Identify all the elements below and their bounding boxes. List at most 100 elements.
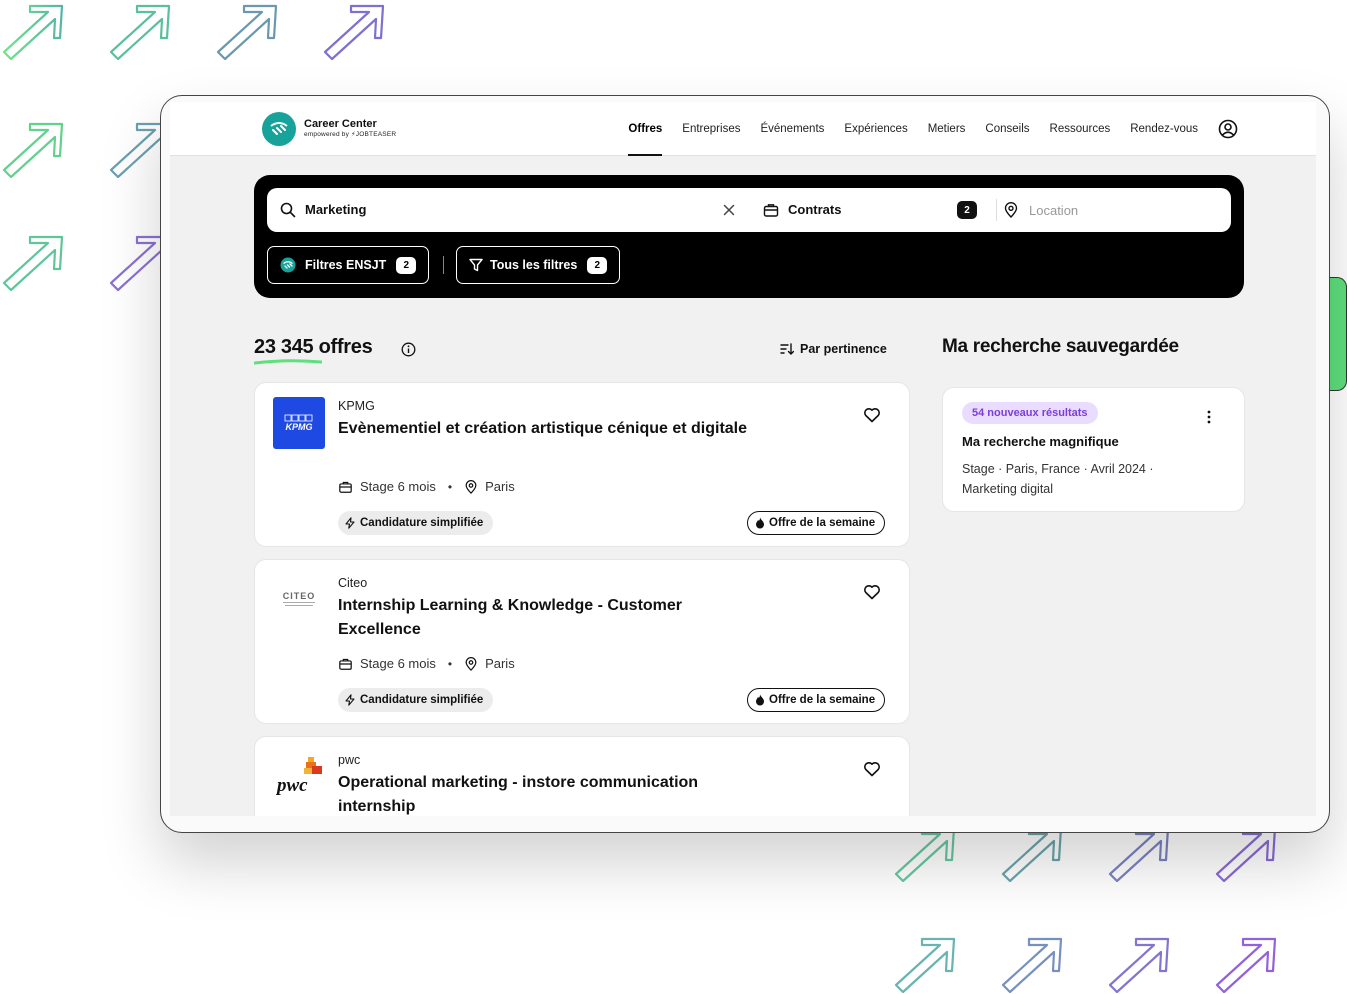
briefcase-icon — [763, 204, 779, 217]
device-side-button — [1329, 277, 1347, 391]
heart-icon[interactable] — [863, 760, 881, 778]
marketing-page: Career Center empowered by ⚡JOBTEASER Of… — [0, 0, 1347, 994]
svg-text:KPMG: KPMG — [286, 422, 313, 432]
filter-funnel-icon — [469, 258, 483, 272]
school-filters-label: Filtres ENSJT — [305, 258, 387, 272]
job-card[interactable]: CITEO Citeo Internship Learning & Knowle… — [254, 559, 910, 724]
location-pin-icon — [465, 479, 477, 494]
company-name: Citeo — [338, 576, 368, 590]
sort-label: Par pertinence — [800, 342, 887, 356]
school-filters-button[interactable]: Filtres ENSJT 2 — [267, 246, 430, 284]
nav-conseils[interactable]: Conseils — [985, 102, 1029, 156]
brand[interactable]: Career Center empowered by ⚡JOBTEASER — [262, 112, 396, 146]
nav-rendez-vous[interactable]: Rendez-vous — [1130, 102, 1198, 156]
company-logo: CITEO — [273, 574, 325, 626]
job-title[interactable]: Internship Learning & Knowledge - Custom… — [338, 594, 758, 642]
simplified-application-label: Candidature simplifiée — [360, 694, 484, 706]
arrow-decoration-icon — [1108, 937, 1170, 993]
search-panel: Marketing Contrats 2 Filtres ENSJT 2 — [254, 175, 1244, 298]
highlight-underline — [254, 359, 322, 365]
nav-evenements[interactable]: Événements — [760, 102, 824, 156]
school-logo-icon — [280, 257, 296, 273]
contracts-dropdown[interactable]: Contrats — [788, 202, 841, 217]
flame-icon — [756, 694, 764, 706]
close-icon[interactable] — [721, 202, 737, 218]
saved-search-title: Ma recherche sauvegardée — [942, 336, 1179, 357]
job-location: Paris — [485, 656, 515, 671]
search-bar: Marketing Contrats 2 — [267, 188, 1231, 232]
top-navbar: Career Center empowered by ⚡JOBTEASER Of… — [170, 102, 1316, 156]
simplified-application-badge: Candidature simplifiée — [338, 511, 494, 535]
results-count: 23 345 offres — [254, 336, 373, 358]
job-title[interactable]: Operational marketing - instore communic… — [338, 771, 778, 816]
separator-dot: • — [447, 479, 453, 494]
job-location: Paris — [485, 479, 515, 494]
nav-experiences[interactable]: Expériences — [844, 102, 907, 156]
job-contract: Stage 6 mois — [360, 479, 436, 494]
arrow-decoration-icon — [1215, 937, 1277, 993]
brand-title: Career Center — [304, 118, 377, 131]
offer-of-week-badge: Offre de la semaine — [747, 688, 886, 712]
arrow-decoration-icon — [2, 122, 64, 178]
arrow-decoration-icon — [2, 235, 64, 291]
search-icon — [280, 202, 296, 218]
user-circle-icon[interactable] — [1218, 119, 1238, 139]
job-meta: Stage 6 mois • Paris — [338, 479, 515, 494]
job-title[interactable]: Evènementiel et création artistique céni… — [338, 417, 758, 441]
arrow-decoration-icon — [323, 4, 385, 60]
nav-metiers[interactable]: Metiers — [928, 102, 966, 156]
offer-of-week-badge: Offre de la semaine — [747, 511, 886, 535]
location-input[interactable] — [1029, 200, 1219, 220]
briefcase-icon — [339, 658, 352, 670]
flame-icon — [756, 517, 764, 529]
sort-icon — [780, 343, 794, 355]
saved-search-name: Ma recherche magnifique — [962, 434, 1119, 449]
separator-dot: • — [447, 656, 453, 671]
svg-text:CITEO: CITEO — [283, 591, 316, 601]
nav-entreprises[interactable]: Entreprises — [682, 102, 740, 156]
job-contract: Stage 6 mois — [360, 656, 436, 671]
simplified-application-badge: Candidature simplifiée — [338, 688, 494, 712]
offer-of-week-label: Offre de la semaine — [769, 694, 876, 706]
saved-search-details: Stage · Paris, France · Avril 2024 · Mar… — [962, 462, 1154, 496]
arrow-decoration-icon — [2, 4, 64, 60]
nav-ressources[interactable]: Ressources — [1050, 102, 1111, 156]
svg-text:pwc: pwc — [276, 775, 308, 796]
arrow-decoration-icon — [109, 4, 171, 60]
all-filters-label: Tous les filtres — [490, 258, 578, 272]
arrow-decoration-icon — [1001, 937, 1063, 993]
search-input[interactable]: Marketing — [305, 202, 366, 217]
citeo-logo-icon: CITEO — [283, 591, 316, 606]
location-pin-icon — [465, 656, 477, 671]
job-meta: Stage 6 mois • Paris — [338, 656, 515, 671]
company-name: KPMG — [338, 399, 375, 413]
company-logo: KPMG — [273, 397, 325, 449]
new-results-badge: 54 nouveaux résultats — [962, 402, 1098, 424]
career-center-logo-icon — [262, 112, 296, 146]
briefcase-icon — [339, 481, 352, 493]
brand-subtitle: empowered by ⚡JOBTEASER — [304, 131, 397, 139]
location-pin-icon — [1004, 202, 1018, 218]
school-filters-count: 2 — [396, 256, 417, 274]
kpmg-logo-icon: KPMG — [284, 414, 313, 432]
company-name: pwc — [338, 753, 361, 767]
heart-icon[interactable] — [863, 406, 881, 424]
contracts-count-badge: 2 — [957, 201, 977, 219]
arrow-decoration-icon — [216, 4, 278, 60]
filter-divider — [443, 256, 444, 274]
device-frame: Career Center empowered by ⚡JOBTEASER Of… — [160, 95, 1330, 833]
info-icon[interactable] — [401, 342, 416, 357]
job-card[interactable]: KPMG KPMG Evènementiel et création artis… — [254, 382, 910, 547]
heart-icon[interactable] — [863, 583, 881, 601]
arrow-decoration-icon — [894, 937, 956, 993]
nav-offres[interactable]: Offres — [628, 102, 662, 156]
lightning-icon — [345, 694, 355, 706]
sort-dropdown[interactable]: Par pertinence — [780, 342, 887, 356]
saved-search-card[interactable]: 54 nouveaux résultats Ma recherche magni… — [942, 387, 1245, 512]
all-filters-count: 2 — [587, 256, 608, 274]
job-card[interactable]: pwc pwc Operational marketing - instore … — [254, 736, 910, 816]
offer-of-week-label: Offre de la semaine — [769, 517, 876, 529]
all-filters-button[interactable]: Tous les filtres 2 — [456, 246, 621, 284]
pwc-logo-icon: pwc — [276, 757, 322, 796]
more-vertical-icon[interactable] — [1202, 409, 1216, 425]
